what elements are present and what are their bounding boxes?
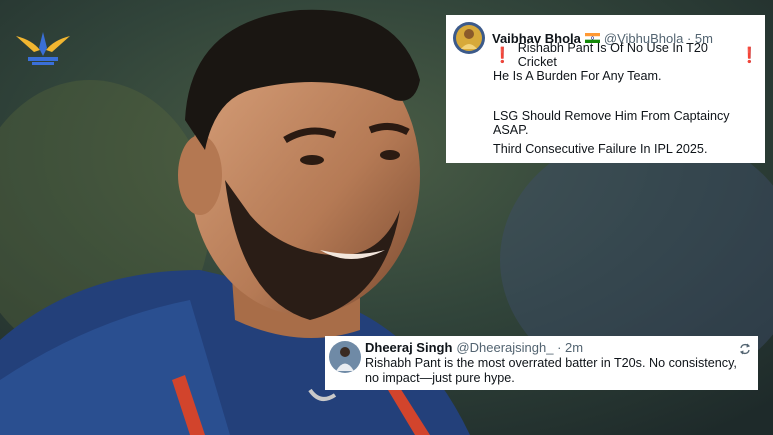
tweet-text-para3: Third Consecutive Failure In IPL 2025. <box>493 142 708 156</box>
tweet-text-line1: Rishabh Pant Is Of No Use In T20 Cricket <box>517 41 708 69</box>
tweet-text-para1: He Is A Burden For Any Team. <box>493 69 662 83</box>
tweet-text-para2: LSG Should Remove Him From Captaincy ASA… <box>493 109 730 137</box>
author-name[interactable]: Dheeraj Singh <box>365 340 452 355</box>
tweet-header: Dheeraj Singh @Dheerajsingh_ · 2m <box>365 340 583 355</box>
exclamation-icon: ❗ <box>493 47 512 64</box>
avatar <box>329 341 361 373</box>
tweet-card-bottom: Dheeraj Singh @Dheerajsingh_ · 2m Rishab… <box>325 336 758 390</box>
exclamation-icon: ❗ <box>740 47 759 64</box>
avatar <box>453 22 485 54</box>
team-logo-icon <box>16 32 70 65</box>
tweet-card-top: Vaibhav Bhola @VibhuBhola · 5m ❗ Rishabh… <box>446 15 765 163</box>
tweet-line: ❗ Rishabh Pant Is Of No Use In T20 Crick… <box>493 41 765 69</box>
tweet-text: Rishabh Pant is the most overrated batte… <box>365 356 737 385</box>
author-handle[interactable]: @Dheerajsingh_ · 2m <box>456 340 583 355</box>
retweet-icon[interactable] <box>739 343 751 355</box>
